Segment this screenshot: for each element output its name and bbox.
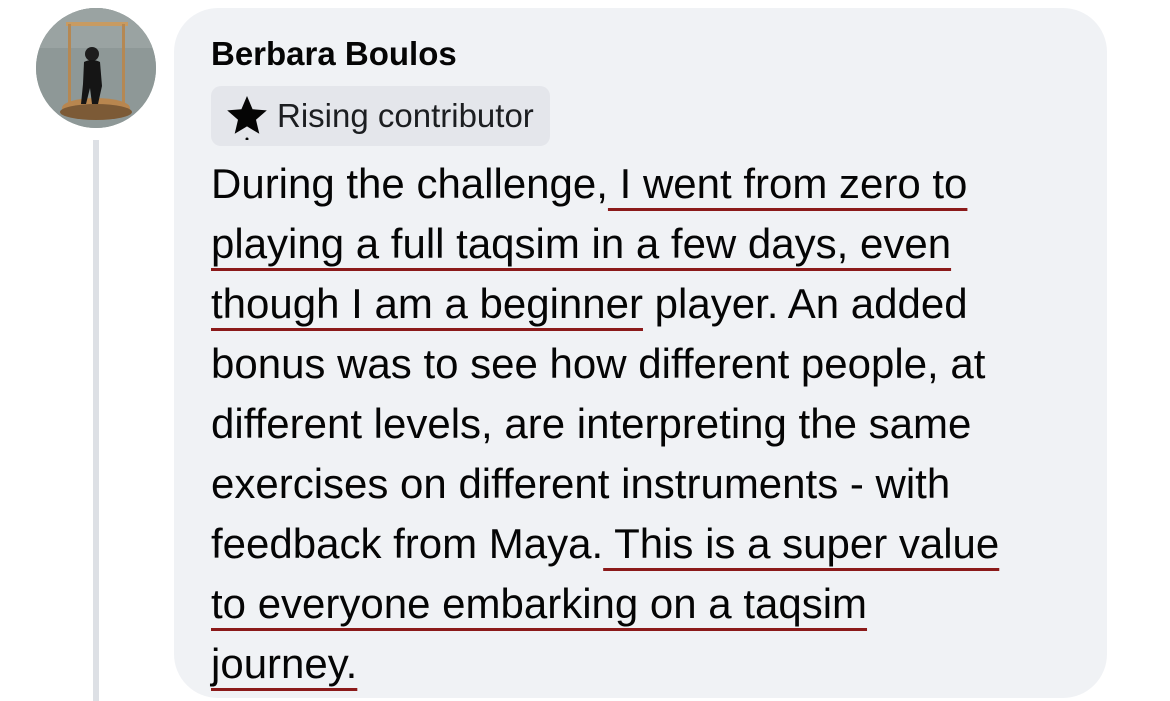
comment-line: bonus was to see how different people, a… [211,334,1091,394]
comment-line: different levels, are interpreting the s… [211,394,1091,454]
comment-line: to everyone embarking on a taqsim [211,574,1091,634]
contributor-badge[interactable]: Rising contributor [211,86,550,146]
comment-line: journey. [211,634,1091,694]
highlighted-text-segment: though I am a beginner [211,280,643,327]
highlighted-text-segment: I went from zero to [607,160,968,207]
comment-text-segment: bonus was to see how different people, a… [211,340,986,387]
highlighted-text-segment: to everyone embarking on a taqsim [211,580,868,627]
comment-line: During the challenge, I went from zero t… [211,154,1091,214]
comment-line: though I am a beginner player. An added [211,274,1091,334]
highlighted-text-segment: journey. [211,640,358,687]
highlighted-text-segment: This is a super value [603,520,1000,567]
avatar-photo [36,8,156,128]
author-name[interactable]: Berbara Boulos [211,34,1077,74]
comment-line: playing a full taqsim in a few days, eve… [211,214,1091,274]
comment-line: feedback from Maya. This is a super valu… [211,514,1091,574]
badge-label: Rising contributor [277,97,534,134]
comment-text-segment: player. An added [642,280,968,327]
comment-text-segment: exercises on different instruments - wit… [211,460,951,507]
reply-thread-line [93,140,99,701]
comment-bubble: Berbara Boulos Rising contributor During… [174,8,1107,698]
star-icon [227,96,267,140]
comment-text-segment: During the challenge, [211,160,608,207]
comment-text: During the challenge, I went from zero t… [211,154,1091,694]
comment-line: exercises on different instruments - wit… [211,454,1091,514]
comment-text-segment: feedback from Maya. [211,520,604,567]
highlighted-text-segment: playing a full taqsim in a few days, eve… [211,220,952,267]
avatar[interactable] [36,8,156,128]
comment-text-segment: different levels, are interpreting the s… [211,400,972,447]
